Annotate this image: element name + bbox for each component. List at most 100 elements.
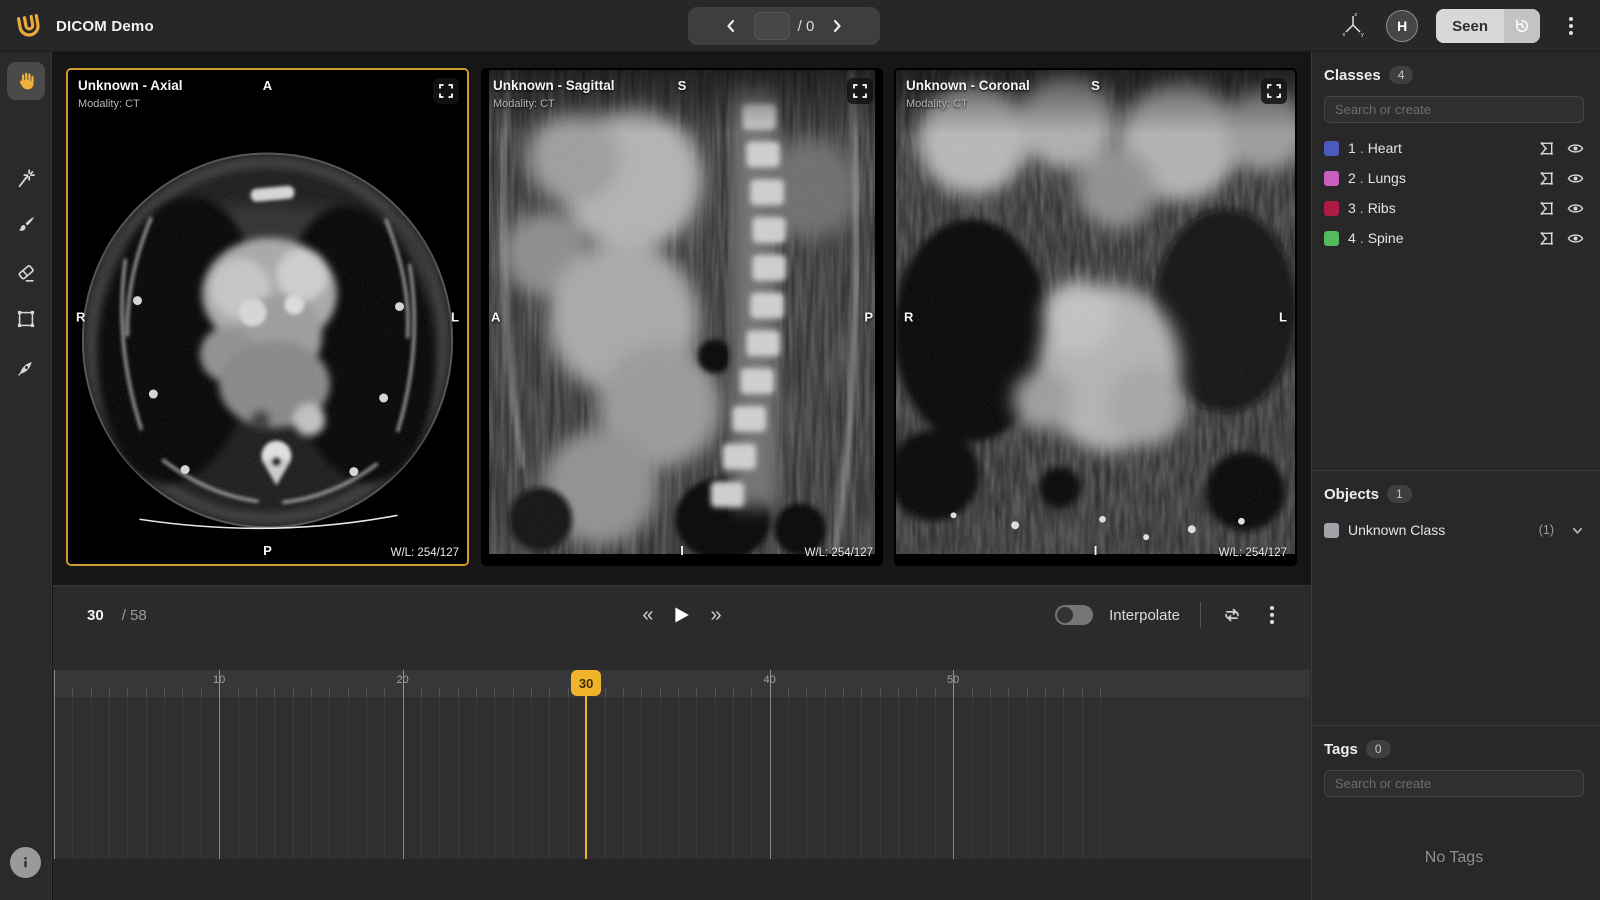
current-frame-value[interactable]: 30 xyxy=(87,607,104,624)
interpolate-label: Interpolate xyxy=(1109,607,1180,624)
eraser-tool-button[interactable] xyxy=(7,254,45,292)
class-row-lungs[interactable]: 2.Lungs xyxy=(1324,163,1584,193)
timeline-grid-line xyxy=(421,697,422,859)
app-root: DICOM Demo / 0 z x y H Se xyxy=(0,0,1600,900)
ruler-tick xyxy=(329,688,330,697)
timeline-grid-line xyxy=(403,697,404,859)
orientation-marker-right: P xyxy=(864,310,873,325)
fullscreen-button[interactable] xyxy=(847,78,873,104)
timeline-grid-line xyxy=(348,697,349,859)
ruler-tick xyxy=(1008,688,1009,697)
timeline-grid-line xyxy=(219,697,220,859)
pen-nib-icon xyxy=(15,356,37,378)
ruler-tick xyxy=(513,688,514,697)
ruler-tick xyxy=(201,688,202,697)
magic-wand-tool-button[interactable] xyxy=(7,160,45,198)
overflow-menu-button[interactable] xyxy=(1558,9,1584,43)
timeline-grid-line xyxy=(935,697,936,859)
user-avatar[interactable]: H xyxy=(1386,10,1418,42)
timeline-ruler[interactable]: 10204050 xyxy=(54,670,1310,697)
bounding-box-tool-button[interactable] xyxy=(7,300,45,338)
timeline-grid-line xyxy=(623,697,624,859)
timeline-grid-line xyxy=(366,697,367,859)
timeline-grid-line xyxy=(201,697,202,859)
class-row-spine[interactable]: 4.Spine xyxy=(1324,223,1584,253)
previous-frame-button[interactable]: « xyxy=(638,603,657,627)
timeline-grid-line xyxy=(494,697,495,859)
info-button[interactable] xyxy=(10,847,41,878)
ruler-tick xyxy=(605,688,606,697)
polygon-shape-icon[interactable] xyxy=(1538,200,1555,217)
interpolate-toggle[interactable] xyxy=(1055,605,1093,625)
visibility-eye-icon[interactable] xyxy=(1567,200,1584,217)
expand-chevron-icon[interactable] xyxy=(1571,524,1584,537)
polygon-shape-icon[interactable] xyxy=(1538,170,1555,187)
top-bar: DICOM Demo / 0 z x y H Se xyxy=(0,0,1600,52)
orientation-marker-left: R xyxy=(904,310,913,325)
timeline-grid-line xyxy=(751,697,752,859)
tags-search-input[interactable] xyxy=(1324,770,1584,797)
object-group-row[interactable]: Unknown Class (1) xyxy=(1324,515,1584,545)
fullscreen-button[interactable] xyxy=(1261,78,1287,104)
polygon-shape-icon[interactable] xyxy=(1538,230,1555,247)
loop-playback-button[interactable] xyxy=(1221,604,1243,626)
next-task-button[interactable] xyxy=(822,11,852,41)
playhead-badge[interactable]: 30 xyxy=(571,670,601,696)
ruler-tick xyxy=(421,688,422,697)
class-number: 3 xyxy=(1348,200,1356,216)
timeline-grid[interactable] xyxy=(54,697,1310,859)
viewport-axial[interactable]: Unknown - Axial Modality: CT A R L P W/L… xyxy=(66,68,469,566)
timeline-menu-button[interactable] xyxy=(1259,598,1285,632)
class-color-swatch xyxy=(1324,201,1339,216)
viewport-coronal[interactable]: Unknown - Coronal Modality: CT S R L I W… xyxy=(894,68,1297,566)
ruler-tick xyxy=(880,688,881,697)
polygon-shape-icon[interactable] xyxy=(1538,140,1555,157)
objects-section: Objects 1 Unknown Class (1) xyxy=(1312,471,1600,725)
timeline-grid-line xyxy=(916,697,917,859)
prev-task-button[interactable] xyxy=(716,11,746,41)
bounding-box-icon xyxy=(15,308,37,330)
timeline-grid-line xyxy=(476,697,477,859)
timeline-grid-line xyxy=(54,697,55,859)
timeline-grid-line xyxy=(568,697,569,859)
ruler-tick-label: 50 xyxy=(947,674,959,686)
ruler-tick xyxy=(384,688,385,697)
objects-count-badge: 1 xyxy=(1387,485,1412,503)
ruler-tick xyxy=(678,688,679,697)
timeline-grid-line xyxy=(953,697,954,859)
play-button[interactable] xyxy=(674,606,691,624)
toggle-knob xyxy=(1057,607,1073,623)
ruler-tick xyxy=(843,688,844,697)
play-icon xyxy=(674,606,691,624)
timeline-grid-line xyxy=(182,697,183,859)
slice-number-input[interactable] xyxy=(754,12,790,40)
timeline-options: Interpolate xyxy=(1055,586,1285,644)
history-icon[interactable] xyxy=(1504,9,1540,43)
next-frame-button[interactable]: » xyxy=(707,603,726,627)
class-row-ribs[interactable]: 3.Ribs xyxy=(1324,193,1584,223)
class-row-heart[interactable]: 1.Heart xyxy=(1324,133,1584,163)
ruler-tick xyxy=(439,688,440,697)
axis-gizmo-icon[interactable]: z x y xyxy=(1338,10,1368,42)
timeline-grid-line xyxy=(439,697,440,859)
viewport-sagittal[interactable]: Unknown - Sagittal Modality: CT S A P I … xyxy=(481,68,883,566)
polygon-pen-tool-button[interactable] xyxy=(7,348,45,386)
visibility-eye-icon[interactable] xyxy=(1567,230,1584,247)
orientation-marker-bottom: P xyxy=(263,543,272,558)
visibility-eye-icon[interactable] xyxy=(1567,140,1584,157)
hand-tool-button[interactable] xyxy=(7,62,45,100)
info-icon xyxy=(18,855,33,870)
ct-axial-image xyxy=(68,70,467,564)
timeline-grid-line xyxy=(109,697,110,859)
brush-tool-button[interactable] xyxy=(7,206,45,244)
class-number: 4 xyxy=(1348,230,1356,246)
ruler-tick xyxy=(182,688,183,697)
classes-search-input[interactable] xyxy=(1324,96,1584,123)
ruler-tick xyxy=(293,688,294,697)
class-number: 2 xyxy=(1348,170,1356,186)
fullscreen-button[interactable] xyxy=(433,78,459,104)
visibility-eye-icon[interactable] xyxy=(1567,170,1584,187)
seen-status-button[interactable]: Seen xyxy=(1436,9,1540,43)
kebab-icon xyxy=(1270,613,1274,617)
timeline-grid-line xyxy=(1082,697,1083,859)
